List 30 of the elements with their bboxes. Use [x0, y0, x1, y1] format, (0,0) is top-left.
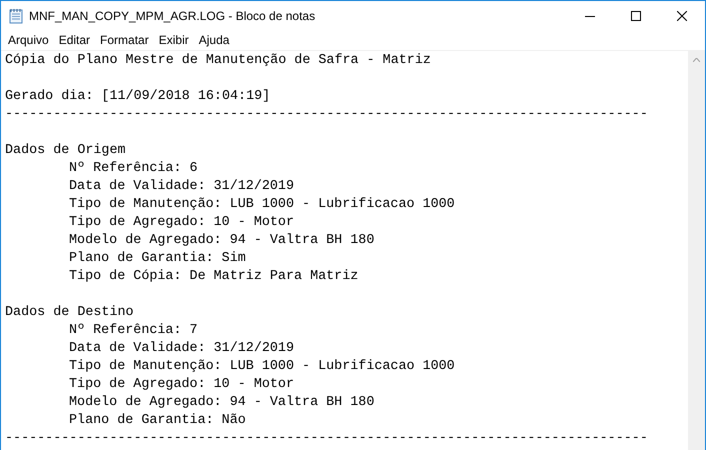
- scrollbar[interactable]: [688, 51, 705, 450]
- menu-item[interactable]: Formatar: [95, 33, 154, 47]
- text-line: Tipo de Manutenção: LUB 1000 - Lubrificacao 1000: [69, 197, 455, 212]
- text-line: --------------------------------------------------------------------------------: [5, 431, 648, 446]
- notepad-icon: [9, 8, 23, 24]
- scroll-up-icon[interactable]: [693, 58, 700, 62]
- menu-item[interactable]: Ajuda: [194, 33, 234, 47]
- text-line: Data de Validade: 31/12/2019: [69, 179, 294, 194]
- text-line: Tipo de Manutenção: LUB 1000 - Lubrificacao 1000: [69, 359, 455, 374]
- maximize-icon: [631, 10, 641, 20]
- text-line: Nº Referência: 7: [69, 323, 198, 338]
- text-line: Data de Validade: 31/12/2019: [69, 341, 294, 356]
- menu-item[interactable]: Arquivo: [3, 33, 54, 47]
- text-line: Modelo de Agregado: 94 - Valtra BH 180: [69, 233, 374, 248]
- text-line: Plano de Garantia: Sim: [69, 251, 246, 266]
- text-line: Gerado dia: [11/09/2018 16:04:19]: [5, 89, 270, 104]
- text-line: Plano de Garantia: Não: [69, 413, 246, 428]
- text-line: Dados de Destino: [5, 305, 134, 320]
- text-line: Dados de Origem: [5, 143, 126, 158]
- menu-item[interactable]: Editar: [54, 33, 96, 47]
- close-icon: [677, 10, 687, 20]
- menu-item[interactable]: Exibir: [154, 33, 194, 47]
- text-line: --------------------------------------------------------------------------------: [5, 107, 648, 122]
- text-line: Nº Referência: 6: [69, 161, 198, 176]
- text-line: Tipo de Agregado: 10 - Motor: [69, 215, 294, 230]
- window-title: MNF_MAN_COPY_MPM_AGR.LOG - Bloco de notas: [29, 8, 316, 22]
- text-line: Tipo de Agregado: 10 - Motor: [69, 377, 294, 392]
- text-line: Tipo de Cópia: De Matriz Para Matriz: [69, 269, 358, 284]
- text-line: Modelo de Agregado: 94 - Valtra BH 180: [69, 395, 374, 410]
- text-line: Cópia do Plano Mestre de Manutenção de Safra - Matriz: [5, 53, 431, 68]
